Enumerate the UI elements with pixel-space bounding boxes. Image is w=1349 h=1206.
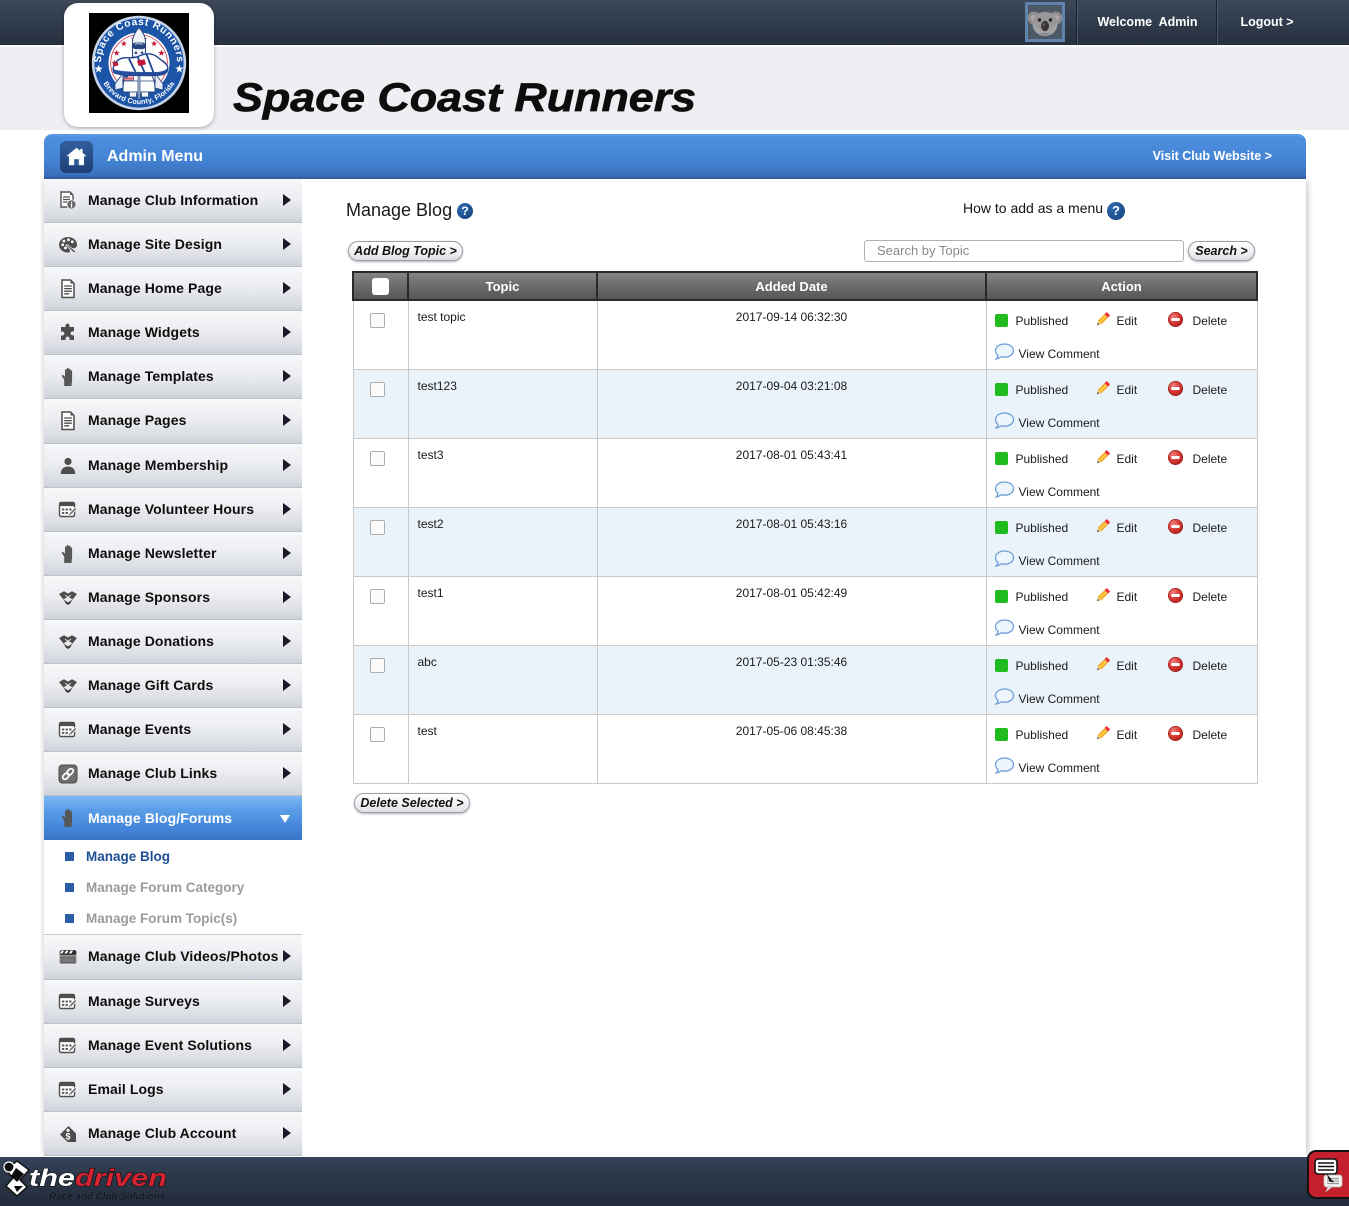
svg-text:Race and Club Solutions: Race and Club Solutions xyxy=(49,1192,165,1203)
svg-text:thedriven: thedriven xyxy=(29,1165,167,1192)
svg-text:$: $ xyxy=(65,1131,70,1141)
